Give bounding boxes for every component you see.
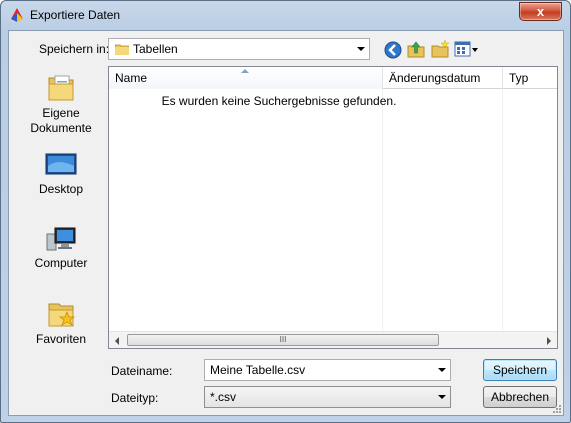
filetype-dropdown[interactable]: *.csv — [204, 386, 451, 408]
save-in-dropdown[interactable]: Tabellen — [108, 38, 370, 60]
chevron-down-icon[interactable] — [433, 387, 450, 407]
title-bar[interactable]: Exportiere Daten x — [1, 1, 570, 30]
scroll-left-icon[interactable] — [115, 337, 119, 345]
column-header-type[interactable]: Typ — [503, 67, 557, 89]
place-computer-label: Computer — [34, 256, 88, 270]
save-button[interactable]: Speichern — [483, 359, 557, 381]
app-icon — [11, 8, 23, 22]
save-in-label: Speichern in: — [39, 42, 110, 56]
back-icon[interactable] — [383, 40, 403, 60]
window-title: Exportiere Daten — [30, 8, 121, 22]
desktop-icon — [45, 153, 77, 175]
place-desktop-label: Desktop — [38, 182, 84, 196]
close-icon: x — [536, 4, 545, 19]
export-dialog: Exportiere Daten x Speichern in: Tabelle… — [0, 0, 571, 423]
filename-value[interactable]: Meine Tabelle.csv — [205, 363, 433, 377]
column-divider — [382, 89, 383, 331]
place-documents-line1: Eigene — [42, 106, 80, 120]
filetype-label: Dateityp: — [111, 391, 159, 405]
computer-icon — [46, 227, 76, 251]
save-in-value: Tabellen — [133, 42, 178, 56]
empty-results-message: Es wurden keine Suchergebnisse gefunden. — [161, 94, 397, 108]
column-divider — [502, 89, 503, 331]
horizontal-scrollbar[interactable]: III — [109, 331, 557, 348]
up-folder-icon[interactable] — [406, 39, 426, 59]
scroll-right-icon[interactable] — [547, 337, 551, 345]
favorites-icon — [48, 303, 76, 327]
scrollbar-thumb[interactable]: III — [127, 334, 439, 346]
chevron-down-icon[interactable] — [352, 39, 369, 59]
file-list[interactable]: Name Änderungsdatum Typ Es wurden keine … — [108, 66, 558, 349]
sort-ascending-icon — [241, 69, 249, 73]
close-button[interactable]: x — [519, 2, 562, 21]
place-computer[interactable]: Computer — [17, 226, 105, 271]
resize-grip-icon[interactable] — [552, 404, 562, 414]
places-bar: Eigene Dokumente Desktop Computer Favori… — [17, 66, 105, 346]
folder-icon — [115, 44, 129, 55]
place-favorites[interactable]: Favoriten — [17, 298, 105, 347]
filename-label: Dateiname: — [111, 364, 173, 378]
place-desktop[interactable]: Desktop — [17, 152, 105, 197]
file-list-header: Name Änderungsdatum Typ — [109, 67, 557, 89]
column-date-label: Änderungsdatum — [389, 71, 481, 85]
column-header-name[interactable]: Name — [109, 67, 383, 89]
new-folder-icon[interactable] — [430, 39, 450, 59]
dialog-client-area: Speichern in: Tabellen Eigene Dokumente … — [8, 30, 564, 416]
place-documents-line2: Dokumente — [30, 121, 92, 135]
documents-icon — [48, 75, 74, 101]
column-type-label: Typ — [509, 71, 529, 85]
scroll-grip-icon: III — [279, 335, 287, 344]
filetype-value: *.csv — [210, 390, 237, 404]
place-favorites-label: Favoriten — [35, 332, 87, 346]
filename-combobox[interactable]: Meine Tabelle.csv — [204, 359, 451, 381]
chevron-down-icon[interactable] — [433, 360, 450, 380]
view-menu-icon[interactable] — [454, 40, 480, 60]
place-documents[interactable]: Eigene Dokumente — [17, 72, 105, 136]
cancel-button[interactable]: Abbrechen — [483, 386, 557, 408]
column-name-label: Name — [115, 71, 148, 85]
column-header-date[interactable]: Änderungsdatum — [383, 67, 503, 89]
